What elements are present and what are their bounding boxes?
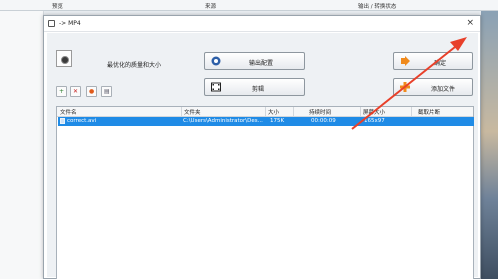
add-file-small-icon[interactable]: + — [56, 86, 67, 97]
col-duration[interactable]: 持续时间 — [309, 108, 331, 116]
background-header: 预览 来源 输出 / 转换状态 — [0, 0, 498, 11]
add-file-button[interactable]: 添加文件 — [393, 78, 473, 96]
profile-label: 最优化的质量和大小 — [107, 62, 162, 69]
cell-size: 175K — [270, 118, 285, 124]
file-table: 文件名 文件夹 大小 持续时间 屏幕大小 截取片断 correct.avi C:… — [56, 106, 474, 279]
col-screen-size[interactable]: 屏幕大小 — [363, 108, 385, 116]
col-clip[interactable]: 截取片断 — [418, 108, 440, 116]
table-row[interactable]: correct.avi C:\Users\Administrator\Des..… — [58, 117, 474, 126]
clip-label: 剪辑 — [252, 86, 265, 93]
cell-folder: C:\Users\Administrator\Des... — [183, 118, 263, 124]
baidu-watermark-url: jingyan.baidu.com — [411, 256, 467, 263]
film-clip-icon — [211, 82, 221, 92]
header-output-status: 输出 / 转换状态 — [358, 4, 397, 10]
window-icon — [48, 20, 55, 27]
background-left-panel — [0, 11, 44, 279]
baidu-watermark: Bai百度 — [395, 235, 443, 249]
background-desktop-strip — [481, 11, 498, 279]
video-file-icon — [60, 118, 65, 124]
cell-screen-size: 165x97 — [364, 118, 385, 124]
ok-button[interactable]: 确定 — [393, 52, 473, 70]
ok-arrow-icon — [401, 56, 410, 66]
output-config-icon — [211, 56, 221, 66]
ok-label: 确定 — [434, 60, 447, 67]
plus-icon — [400, 82, 410, 92]
header-preview: 预览 — [52, 4, 64, 10]
clear-icon[interactable]: ● — [86, 86, 97, 97]
header-source: 来源 — [205, 4, 217, 10]
dialog-titlebar: -> MP4 × — [44, 16, 480, 32]
close-icon[interactable]: × — [466, 18, 474, 28]
output-config-button[interactable]: 输出配置 — [204, 52, 305, 70]
cell-filename: correct.avi — [67, 118, 97, 124]
add-file-label: 添加文件 — [431, 86, 456, 93]
table-header: 文件名 文件夹 大小 持续时间 屏幕大小 截取片断 — [57, 107, 473, 117]
dialog-title: -> MP4 — [59, 20, 81, 27]
view-icon[interactable]: ▤ — [101, 86, 112, 97]
col-folder[interactable]: 文件夹 — [184, 108, 201, 116]
clip-button[interactable]: 剪辑 — [204, 78, 305, 96]
cell-duration: 00:00:09 — [311, 118, 336, 124]
col-filename[interactable]: 文件名 — [60, 108, 77, 116]
col-size[interactable]: 大小 — [268, 108, 279, 116]
output-config-label: 输出配置 — [249, 60, 274, 67]
remove-icon[interactable]: ✕ — [70, 86, 81, 97]
profile-icon[interactable] — [56, 50, 72, 67]
